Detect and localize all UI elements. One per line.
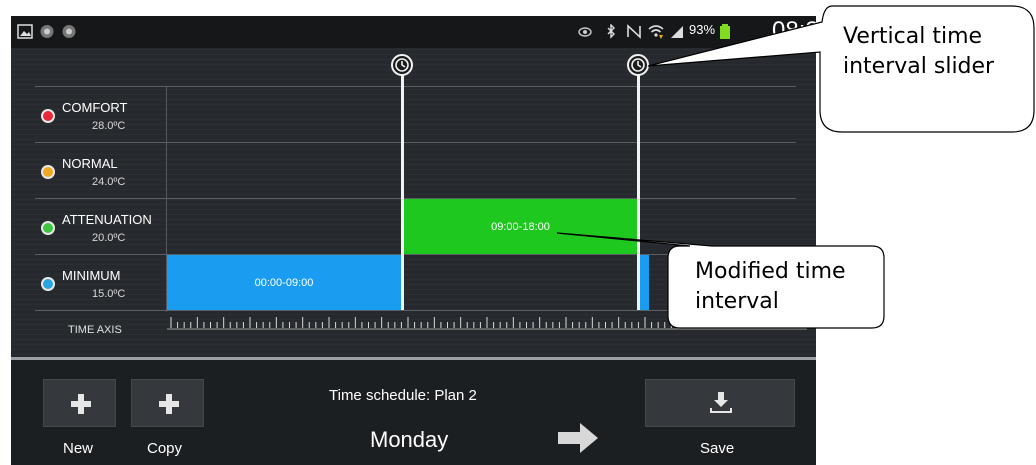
modified-callout-text: Modified time interval [695,259,846,314]
slider-callout-text: Vertical time interval slider [843,24,995,79]
